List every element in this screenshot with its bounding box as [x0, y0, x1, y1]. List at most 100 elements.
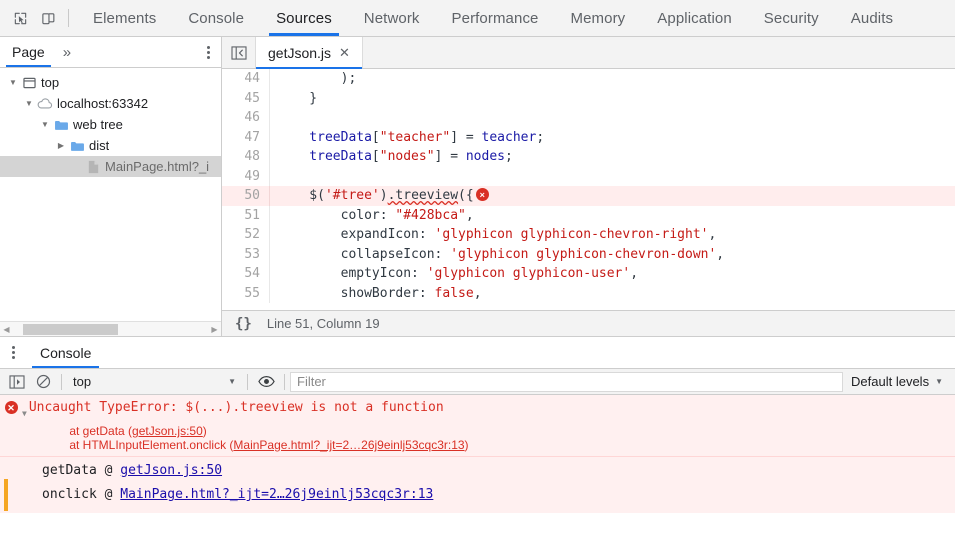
code-token: ] =	[450, 129, 482, 145]
file-icon	[84, 160, 102, 174]
tab-audits[interactable]: Audits	[835, 0, 909, 36]
navigator-more-tabs-button[interactable]: »	[57, 37, 76, 67]
chevron-down-icon: ▼	[935, 377, 943, 386]
tab-memory[interactable]: Memory	[555, 0, 642, 36]
code-token: 'glyphicon glyphicon-chevron-right'	[434, 227, 709, 243]
inspect-cursor-icon[interactable]	[6, 4, 34, 32]
navigator-tab-page[interactable]: Page	[0, 37, 57, 67]
drawer-tabbar: Console	[0, 337, 955, 369]
line-content: showBorder: false,	[270, 286, 482, 301]
code-token: "teacher"	[379, 129, 451, 145]
console-error-message[interactable]: ✕ ▼ Uncaught TypeError: $(...).treeview …	[0, 395, 955, 457]
execution-context-selector[interactable]: top ▼	[67, 371, 242, 393]
tab-console[interactable]: Console	[172, 0, 260, 36]
tab-sources[interactable]: Sources	[260, 0, 348, 36]
chevron-down-icon[interactable]: ▼	[38, 120, 52, 129]
tree-item-web-tree[interactable]: ▼ web tree	[0, 114, 221, 135]
code-token: showBorder:	[278, 285, 435, 301]
log-levels-selector[interactable]: Default levels ▼	[843, 371, 951, 393]
device-toolbar-icon[interactable]	[34, 4, 62, 32]
tree-item-localhost[interactable]: ▼ localhost:63342	[0, 93, 221, 114]
line-content: expandIcon: 'glyphicon glyphicon-chevron…	[270, 227, 717, 243]
tree-item-label: MainPage.html?_i	[105, 159, 210, 174]
pretty-print-icon[interactable]: {}	[230, 315, 257, 333]
tab-performance[interactable]: Performance	[436, 0, 555, 36]
stack-link[interactable]: getJson.js:50	[120, 463, 222, 478]
chevron-down-icon[interactable]: ▼	[22, 99, 36, 108]
navigator-pane: Page » ▼ top ▼ localhost:63342 ▼ web tre…	[0, 37, 222, 336]
clear-console-icon[interactable]	[30, 371, 56, 393]
console-messages: ✕ ▼ Uncaught TypeError: $(...).treeview …	[0, 395, 955, 534]
log-levels-label: Default levels	[851, 374, 930, 389]
tree-item-top[interactable]: ▼ top	[0, 72, 221, 93]
navigator-horizontal-scrollbar[interactable]: ◀ ▶	[0, 321, 221, 336]
error-title-row: ✕ ▼ Uncaught TypeError: $(...).treeview …	[0, 398, 955, 424]
frame-icon	[20, 77, 38, 89]
toolbar-divider	[68, 9, 69, 27]
code-token: [	[371, 149, 380, 165]
error-title: Uncaught TypeError: $(...).treeview is n…	[28, 400, 444, 415]
chevron-right-icon[interactable]: ▶	[54, 141, 68, 150]
cursor-position: Line 51, Column 19	[266, 316, 380, 331]
code-token: "nodes"	[379, 149, 435, 165]
code-editor[interactable]: 44 ); 45 } 46 47 treeData["teacher"] = t…	[222, 69, 955, 310]
frame-link[interactable]: getJson.js:50	[132, 424, 203, 438]
code-line: 45 }	[222, 88, 955, 108]
line-number: 47	[222, 127, 270, 147]
code-token: ,	[473, 285, 482, 301]
scrollbar-track[interactable]	[13, 322, 208, 336]
inline-error-icon[interactable]: ×	[475, 188, 489, 202]
tab-application[interactable]: Application	[641, 0, 747, 36]
editor-tab-label: getJson.js	[268, 44, 332, 61]
editor-tabbar-filler	[362, 37, 955, 68]
line-number: 50	[222, 186, 270, 206]
code-line: 47 treeData["teacher"] = teacher;	[222, 127, 955, 147]
code-line: 48 treeData["nodes"] = nodes;	[222, 147, 955, 167]
drawer-menu-icon[interactable]	[0, 337, 26, 368]
stack-link[interactable]: MainPage.html?_ijt=2…26j9einlj53cqc3r:13	[120, 487, 433, 502]
line-content: );	[270, 71, 357, 86]
code-token: ,	[708, 227, 717, 243]
stack-prefix: getData @	[42, 463, 121, 478]
show-navigator-icon[interactable]	[222, 37, 256, 68]
tab-security[interactable]: Security	[748, 0, 835, 36]
navigator-tab-label: Page	[12, 44, 45, 60]
code-token: '#tree'	[324, 188, 380, 204]
code-token: ({	[458, 188, 474, 204]
console-filter-input[interactable]	[290, 371, 844, 392]
error-badge: ✕	[4, 401, 18, 414]
code-token: teacher	[481, 129, 537, 145]
line-content: treeData["teacher"] = teacher;	[270, 130, 544, 145]
more-options-icon	[11, 346, 15, 359]
line-number: 52	[222, 225, 270, 245]
navigator-menu-icon[interactable]	[195, 37, 221, 67]
tab-elements[interactable]: Elements	[77, 0, 172, 36]
tree-item-dist[interactable]: ▶ dist	[0, 135, 221, 156]
drawer-tab-label: Console	[40, 344, 92, 361]
editor-tab-getjson[interactable]: getJson.js ✕	[256, 37, 363, 69]
tree-item-label: localhost:63342	[57, 96, 149, 111]
stack-prefix: onclick @	[42, 487, 121, 502]
code-token: ,	[716, 246, 725, 262]
editor-status-bar: {} Line 51, Column 19	[222, 310, 955, 336]
scroll-right-arrow-icon[interactable]: ▶	[208, 325, 221, 334]
frame-link[interactable]: MainPage.html?_ijt=2…26j9einlj53cqc3r:13	[233, 438, 464, 452]
scroll-left-arrow-icon[interactable]: ◀	[0, 325, 13, 334]
expand-triangle-icon[interactable]: ▼	[22, 398, 29, 424]
error-stack-frame: at HTMLInputElement.onclick (MainPage.ht…	[0, 438, 955, 452]
tree-item-mainpage[interactable]: MainPage.html?_i	[0, 156, 221, 177]
chevron-down-icon: ▼	[228, 377, 236, 386]
chevron-down-icon[interactable]: ▼	[6, 78, 20, 87]
editor-tabbar: getJson.js ✕	[222, 37, 955, 69]
live-expression-icon[interactable]	[253, 371, 279, 393]
line-number: 49	[222, 166, 270, 186]
code-token: [	[371, 129, 380, 145]
frame-prefix: at getData (	[56, 424, 133, 438]
close-icon[interactable]: ✕	[337, 44, 352, 61]
scrollbar-thumb[interactable]	[23, 323, 118, 335]
drawer-tab-console[interactable]: Console	[26, 337, 105, 368]
panel-tabs: Elements Console Sources Network Perform…	[77, 0, 909, 36]
console-sidebar-icon[interactable]	[4, 371, 30, 393]
code-token: $(	[278, 188, 325, 204]
tab-network[interactable]: Network	[348, 0, 436, 36]
